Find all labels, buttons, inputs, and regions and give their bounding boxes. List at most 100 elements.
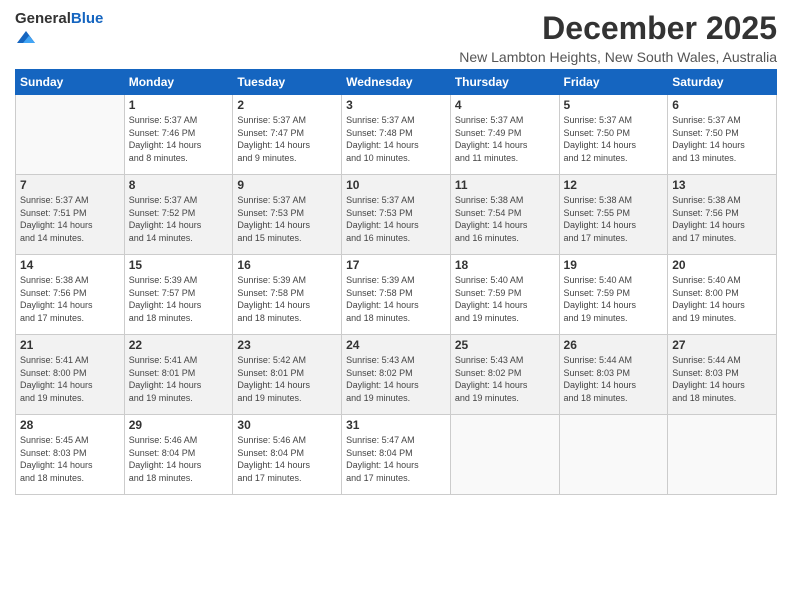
calendar-cell: 27 Sunrise: 5:44 AM Sunset: 8:03 PM Dayli… xyxy=(668,335,777,415)
calendar-cell: 7 Sunrise: 5:37 AM Sunset: 7:51 PM Daylig… xyxy=(16,175,125,255)
title-block: December 2025 New Lambton Heights, New S… xyxy=(459,10,777,65)
cell-info: Sunrise: 5:38 AM Sunset: 7:54 PM Dayligh… xyxy=(455,194,555,244)
day-number: 22 xyxy=(129,338,229,352)
calendar-cell: 5 Sunrise: 5:37 AM Sunset: 7:50 PM Daylig… xyxy=(559,95,668,175)
cell-info: Sunrise: 5:47 AM Sunset: 8:04 PM Dayligh… xyxy=(346,434,446,484)
cell-info: Sunrise: 5:44 AM Sunset: 8:03 PM Dayligh… xyxy=(672,354,772,404)
weekday-header-friday: Friday xyxy=(559,70,668,95)
day-number: 8 xyxy=(129,178,229,192)
calendar-week-row: 28 Sunrise: 5:45 AM Sunset: 8:03 PM Dayli… xyxy=(16,415,777,495)
cell-info: Sunrise: 5:37 AM Sunset: 7:47 PM Dayligh… xyxy=(237,114,337,164)
day-number: 10 xyxy=(346,178,446,192)
cell-info: Sunrise: 5:43 AM Sunset: 8:02 PM Dayligh… xyxy=(455,354,555,404)
calendar-cell xyxy=(450,415,559,495)
calendar-week-row: 14 Sunrise: 5:38 AM Sunset: 7:56 PM Dayli… xyxy=(16,255,777,335)
cell-info: Sunrise: 5:39 AM Sunset: 7:58 PM Dayligh… xyxy=(346,274,446,324)
day-number: 28 xyxy=(20,418,120,432)
weekday-header-saturday: Saturday xyxy=(668,70,777,95)
calendar-cell: 10 Sunrise: 5:37 AM Sunset: 7:53 PM Dayli… xyxy=(342,175,451,255)
cell-info: Sunrise: 5:37 AM Sunset: 7:49 PM Dayligh… xyxy=(455,114,555,164)
weekday-header-sunday: Sunday xyxy=(16,70,125,95)
subtitle: New Lambton Heights, New South Wales, Au… xyxy=(459,49,777,65)
day-number: 31 xyxy=(346,418,446,432)
day-number: 11 xyxy=(455,178,555,192)
day-number: 13 xyxy=(672,178,772,192)
cell-info: Sunrise: 5:37 AM Sunset: 7:50 PM Dayligh… xyxy=(564,114,664,164)
cell-info: Sunrise: 5:42 AM Sunset: 8:01 PM Dayligh… xyxy=(237,354,337,404)
day-number: 27 xyxy=(672,338,772,352)
calendar-cell xyxy=(668,415,777,495)
calendar-week-row: 7 Sunrise: 5:37 AM Sunset: 7:51 PM Daylig… xyxy=(16,175,777,255)
day-number: 9 xyxy=(237,178,337,192)
logo-general-text: General xyxy=(15,10,71,27)
calendar-cell xyxy=(559,415,668,495)
calendar-cell: 24Sunrise: 5:43 AM Sunset: 8:02 PM Dayli… xyxy=(342,335,451,415)
cell-info: Sunrise: 5:45 AM Sunset: 8:03 PM Dayligh… xyxy=(20,434,120,484)
day-number: 29 xyxy=(129,418,229,432)
day-number: 3 xyxy=(346,98,446,112)
cell-info: Sunrise: 5:41 AM Sunset: 8:01 PM Dayligh… xyxy=(129,354,229,404)
calendar-cell: 14 Sunrise: 5:38 AM Sunset: 7:56 PM Dayli… xyxy=(16,255,125,335)
day-number: 14 xyxy=(20,258,120,272)
day-number: 25 xyxy=(455,338,555,352)
calendar-week-row: 1 Sunrise: 5:37 AM Sunset: 7:46 PM Daylig… xyxy=(16,95,777,175)
calendar-page: GeneralBlue December 2025 New Lambton He… xyxy=(0,0,792,612)
cell-info: Sunrise: 5:39 AM Sunset: 7:58 PM Dayligh… xyxy=(237,274,337,324)
calendar-cell: 22 Sunrise: 5:41 AM Sunset: 8:01 PM Dayli… xyxy=(124,335,233,415)
calendar-cell: 11 Sunrise: 5:38 AM Sunset: 7:54 PM Dayli… xyxy=(450,175,559,255)
cell-info: Sunrise: 5:40 AM Sunset: 7:59 PM Dayligh… xyxy=(564,274,664,324)
day-number: 1 xyxy=(129,98,229,112)
weekday-header-tuesday: Tuesday xyxy=(233,70,342,95)
calendar-cell: 15Sunrise: 5:39 AM Sunset: 7:57 PM Dayli… xyxy=(124,255,233,335)
calendar-cell: 28 Sunrise: 5:45 AM Sunset: 8:03 PM Dayli… xyxy=(16,415,125,495)
day-number: 17 xyxy=(346,258,446,272)
main-title: December 2025 xyxy=(459,10,777,47)
calendar-cell: 9 Sunrise: 5:37 AM Sunset: 7:53 PM Daylig… xyxy=(233,175,342,255)
calendar-cell: 16Sunrise: 5:39 AM Sunset: 7:58 PM Dayli… xyxy=(233,255,342,335)
calendar-cell: 4 Sunrise: 5:37 AM Sunset: 7:49 PM Daylig… xyxy=(450,95,559,175)
logo-blue-text: Blue xyxy=(71,10,104,27)
header: GeneralBlue December 2025 New Lambton He… xyxy=(15,10,777,65)
calendar-cell: 26Sunrise: 5:44 AM Sunset: 8:03 PM Dayli… xyxy=(559,335,668,415)
cell-info: Sunrise: 5:37 AM Sunset: 7:51 PM Dayligh… xyxy=(20,194,120,244)
cell-info: Sunrise: 5:37 AM Sunset: 7:46 PM Dayligh… xyxy=(129,114,229,164)
logo-icon xyxy=(17,28,35,46)
calendar-table: SundayMondayTuesdayWednesdayThursdayFrid… xyxy=(15,69,777,495)
cell-info: Sunrise: 5:38 AM Sunset: 7:56 PM Dayligh… xyxy=(672,194,772,244)
calendar-cell: 3 Sunrise: 5:37 AM Sunset: 7:48 PM Daylig… xyxy=(342,95,451,175)
day-number: 5 xyxy=(564,98,664,112)
day-number: 6 xyxy=(672,98,772,112)
day-number: 21 xyxy=(20,338,120,352)
logo: GeneralBlue xyxy=(15,10,103,46)
cell-info: Sunrise: 5:37 AM Sunset: 7:50 PM Dayligh… xyxy=(672,114,772,164)
calendar-cell: 20Sunrise: 5:40 AM Sunset: 8:00 PM Dayli… xyxy=(668,255,777,335)
calendar-cell: 1 Sunrise: 5:37 AM Sunset: 7:46 PM Daylig… xyxy=(124,95,233,175)
cell-info: Sunrise: 5:37 AM Sunset: 7:53 PM Dayligh… xyxy=(237,194,337,244)
weekday-header-monday: Monday xyxy=(124,70,233,95)
calendar-cell: 23 Sunrise: 5:42 AM Sunset: 8:01 PM Dayli… xyxy=(233,335,342,415)
calendar-cell: 13 Sunrise: 5:38 AM Sunset: 7:56 PM Dayli… xyxy=(668,175,777,255)
calendar-cell: 31 Sunrise: 5:47 AM Sunset: 8:04 PM Dayli… xyxy=(342,415,451,495)
day-number: 4 xyxy=(455,98,555,112)
calendar-week-row: 21 Sunrise: 5:41 AM Sunset: 8:00 PM Dayli… xyxy=(16,335,777,415)
day-number: 30 xyxy=(237,418,337,432)
calendar-cell: 25 Sunrise: 5:43 AM Sunset: 8:02 PM Dayli… xyxy=(450,335,559,415)
day-number: 23 xyxy=(237,338,337,352)
day-number: 18 xyxy=(455,258,555,272)
cell-info: Sunrise: 5:41 AM Sunset: 8:00 PM Dayligh… xyxy=(20,354,120,404)
cell-info: Sunrise: 5:43 AM Sunset: 8:02 PM Dayligh… xyxy=(346,354,446,404)
cell-info: Sunrise: 5:46 AM Sunset: 8:04 PM Dayligh… xyxy=(129,434,229,484)
cell-info: Sunrise: 5:37 AM Sunset: 7:48 PM Dayligh… xyxy=(346,114,446,164)
calendar-cell: 18Sunrise: 5:40 AM Sunset: 7:59 PM Dayli… xyxy=(450,255,559,335)
day-number: 20 xyxy=(672,258,772,272)
weekday-header-wednesday: Wednesday xyxy=(342,70,451,95)
day-number: 26 xyxy=(564,338,664,352)
calendar-cell xyxy=(16,95,125,175)
day-number: 2 xyxy=(237,98,337,112)
cell-info: Sunrise: 5:37 AM Sunset: 7:52 PM Dayligh… xyxy=(129,194,229,244)
cell-info: Sunrise: 5:38 AM Sunset: 7:55 PM Dayligh… xyxy=(564,194,664,244)
cell-info: Sunrise: 5:37 AM Sunset: 7:53 PM Dayligh… xyxy=(346,194,446,244)
day-number: 7 xyxy=(20,178,120,192)
calendar-cell: 2 Sunrise: 5:37 AM Sunset: 7:47 PM Daylig… xyxy=(233,95,342,175)
cell-info: Sunrise: 5:38 AM Sunset: 7:56 PM Dayligh… xyxy=(20,274,120,324)
